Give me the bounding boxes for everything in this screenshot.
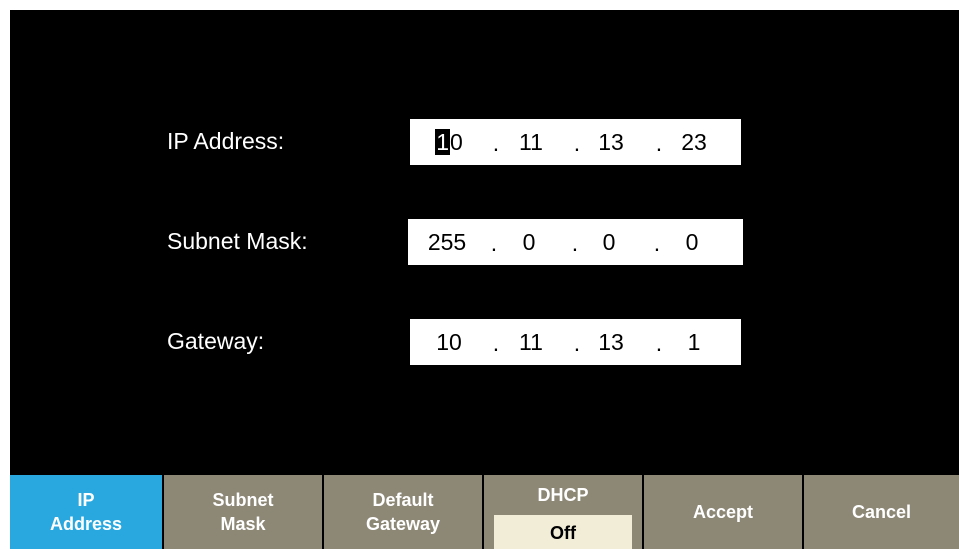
edit-cursor: 1 xyxy=(435,129,450,155)
softkey-label-line1: Default xyxy=(372,490,434,510)
octet-separator: . xyxy=(655,130,663,156)
mask-octet-3[interactable]: 0 xyxy=(584,228,634,256)
gateway-label: Gateway: xyxy=(167,328,265,354)
softkey-label-line1: IP xyxy=(77,490,95,510)
octet-separator: . xyxy=(655,330,663,356)
dhcp-state: Off xyxy=(494,515,632,549)
instrument-screen: IP Address: 10 . 11 . 13 . 23 Subnet Mas… xyxy=(10,10,959,549)
ip-octet-1[interactable]: 10 xyxy=(424,128,474,156)
cancel-softkey[interactable]: Cancel xyxy=(804,475,959,549)
octet-separator: . xyxy=(653,230,661,256)
softkey-label-line2: Mask xyxy=(220,514,266,534)
softkey-label-line2: Address xyxy=(49,514,123,534)
mask-octet-2[interactable]: 0 xyxy=(504,228,554,256)
ip-octet-4[interactable]: 23 xyxy=(669,128,719,156)
dhcp-title: DHCP xyxy=(537,485,589,505)
ip-octet-1-rest: 0 xyxy=(450,129,463,155)
ip-octet-3[interactable]: 13 xyxy=(586,128,636,156)
ip-address-softkey[interactable]: IP Address xyxy=(10,475,162,549)
gateway-octet-3[interactable]: 13 xyxy=(586,328,636,356)
ip-address-label: IP Address: xyxy=(167,128,285,154)
subnet-mask-softkey[interactable]: Subnet Mask xyxy=(164,475,322,549)
subnet-mask-row: Subnet Mask: 255 . 0 . 0 . 0 xyxy=(10,219,959,265)
octet-separator: . xyxy=(573,130,581,156)
cancel-label: Cancel xyxy=(851,502,912,522)
default-gateway-softkey[interactable]: Default Gateway xyxy=(324,475,482,549)
softkey-label-line2: Gateway xyxy=(365,514,441,534)
softkey-bar: IP Address Subnet Mask Default Gateway D… xyxy=(10,475,959,549)
accept-label: Accept xyxy=(692,502,754,522)
gateway-octet-2[interactable]: 11 xyxy=(506,328,556,356)
gateway-octet-4[interactable]: 1 xyxy=(669,328,719,356)
accept-softkey[interactable]: Accept xyxy=(644,475,802,549)
ip-address-row: IP Address: 10 . 11 . 13 . 23 xyxy=(10,119,959,165)
mask-octet-4[interactable]: 0 xyxy=(667,228,717,256)
gateway-row: Gateway: 10 . 11 . 13 . 1 xyxy=(10,319,959,365)
octet-separator: . xyxy=(492,330,500,356)
octet-separator: . xyxy=(490,230,498,256)
octet-separator: . xyxy=(573,330,581,356)
gateway-octet-1[interactable]: 10 xyxy=(424,328,474,356)
softkey-label-line1: Subnet xyxy=(212,490,274,510)
mask-octet-1[interactable]: 255 xyxy=(422,228,472,256)
ip-octet-2[interactable]: 11 xyxy=(506,128,556,156)
ip-address-field[interactable]: 10 . 11 . 13 . 23 xyxy=(410,119,741,165)
octet-separator: . xyxy=(571,230,579,256)
dhcp-softkey[interactable]: DHCP Off xyxy=(484,475,642,549)
subnet-mask-field[interactable]: 255 . 0 . 0 . 0 xyxy=(408,219,743,265)
gateway-field[interactable]: 10 . 11 . 13 . 1 xyxy=(410,319,741,365)
subnet-mask-label: Subnet Mask: xyxy=(167,228,308,254)
octet-separator: . xyxy=(492,130,500,156)
